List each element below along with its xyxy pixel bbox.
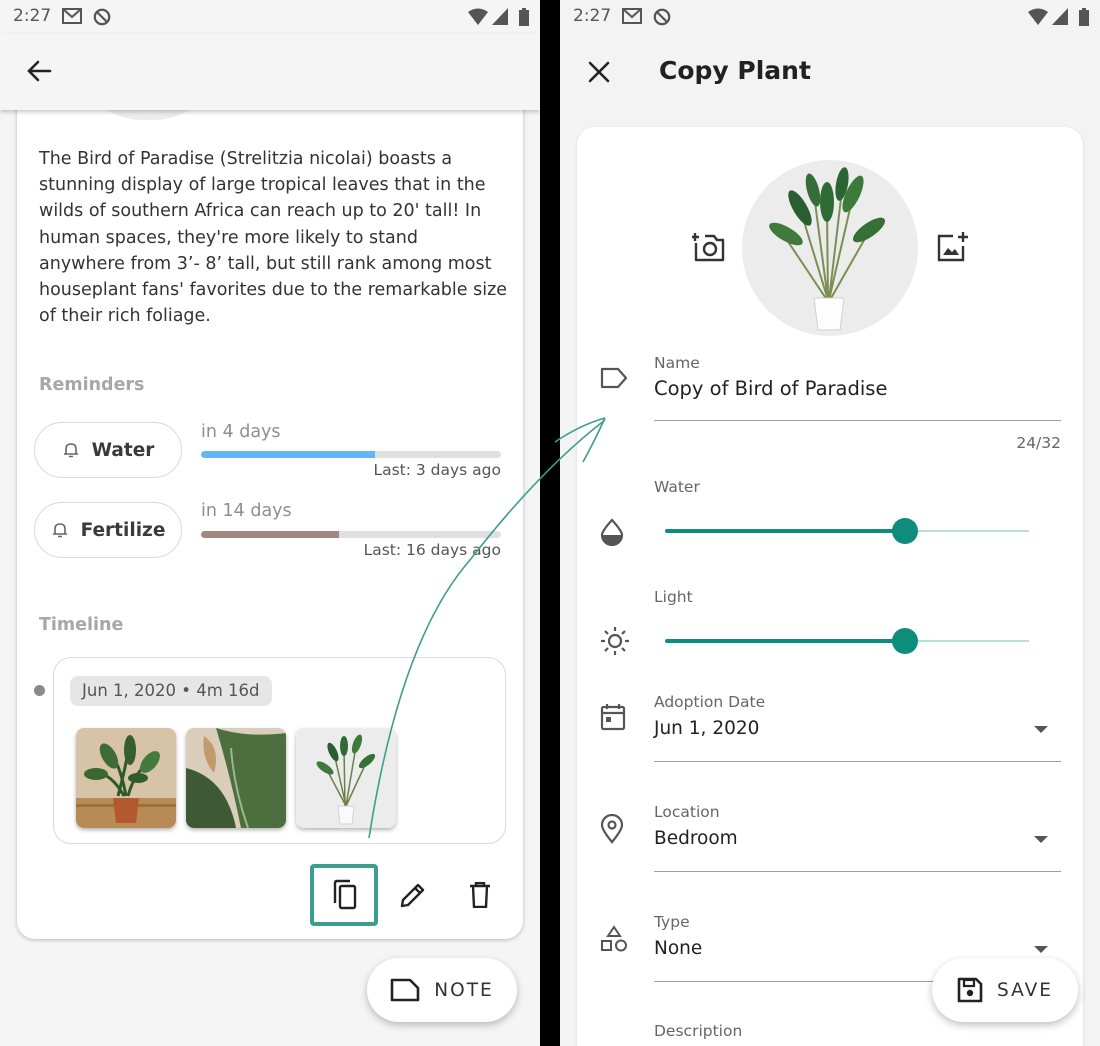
bell-icon xyxy=(62,441,80,459)
type-value[interactable]: None xyxy=(654,938,702,959)
location-label: Location xyxy=(654,803,720,821)
description-label: Description xyxy=(654,1022,743,1040)
type-label: Type xyxy=(654,913,690,931)
light-label: Light xyxy=(654,588,693,606)
timeline-photo-3[interactable] xyxy=(296,728,396,828)
adoption-date-label: Adoption Date xyxy=(654,693,766,711)
signal-icon xyxy=(1052,8,1068,26)
name-char-counter: 24/32 xyxy=(1016,434,1061,452)
reminders-heading: Reminders xyxy=(39,375,145,395)
water-slider-fill xyxy=(665,529,906,533)
water-reminder-label: Water xyxy=(91,439,155,461)
timeline-photo-2[interactable] xyxy=(186,728,286,828)
fertilize-reminder-button[interactable]: Fertilize xyxy=(34,502,182,558)
adoption-date-underline xyxy=(654,761,1061,762)
light-slider-fill xyxy=(665,639,906,643)
save-label: SAVE xyxy=(997,979,1053,1001)
copy-button-highlight xyxy=(310,864,378,926)
plant-description: The Bird of Paradise (Strelitzia nicolai… xyxy=(39,149,508,327)
fertilize-due-text: in 14 days xyxy=(201,501,292,521)
shapes-icon xyxy=(600,925,628,953)
name-field-underline xyxy=(654,420,1061,421)
adoption-date-value[interactable]: Jun 1, 2020 xyxy=(654,718,759,739)
fertilize-progress-fill xyxy=(201,531,339,538)
signal-icon xyxy=(492,8,508,26)
water-progress-bar xyxy=(201,451,501,458)
fertilize-last-text: Last: 16 days ago xyxy=(363,541,501,559)
calendar-icon xyxy=(600,703,626,731)
chevron-down-icon[interactable] xyxy=(1034,726,1048,733)
status-bar: 2:27 xyxy=(0,0,540,34)
close-icon[interactable] xyxy=(588,61,610,83)
copy-plant-screen: 2:27 Copy Plant Name Copy of Bird of Par… xyxy=(560,0,1100,1046)
timeline-heading: Timeline xyxy=(39,615,124,635)
trash-icon xyxy=(469,882,491,908)
chevron-down-icon[interactable] xyxy=(1034,836,1048,843)
delete-button[interactable] xyxy=(455,870,505,920)
sun-icon xyxy=(600,626,630,656)
top-app-bar xyxy=(0,34,540,110)
sync-icon xyxy=(652,8,672,26)
bell-icon xyxy=(51,521,69,539)
water-due-text: in 4 days xyxy=(201,422,281,442)
battery-icon xyxy=(519,8,529,26)
status-time: 2:27 xyxy=(573,6,612,26)
timeline-date-chip: Jun 1, 2020 • 4m 16d xyxy=(70,676,272,706)
status-bar: 2:27 xyxy=(560,0,1100,34)
fertilize-progress-bar xyxy=(201,531,501,538)
sync-icon xyxy=(92,8,112,26)
water-last-text: Last: 3 days ago xyxy=(373,461,501,479)
location-pin-icon xyxy=(600,814,624,844)
water-drop-icon xyxy=(600,518,624,546)
location-underline xyxy=(654,871,1061,872)
page-title: Copy Plant xyxy=(659,56,811,85)
plant-detail-screen: 2:27 The Bird of Paradise (Strelitzia ni… xyxy=(0,0,540,1046)
water-reminder-button[interactable]: Water xyxy=(34,422,182,478)
save-fab[interactable]: SAVE xyxy=(932,958,1078,1022)
gmail-icon xyxy=(622,8,642,24)
label-tag-icon xyxy=(600,367,628,389)
water-label: Water xyxy=(654,478,700,496)
timeline-dot xyxy=(34,685,45,696)
name-field-label: Name xyxy=(654,354,700,372)
save-icon xyxy=(957,977,983,1003)
wifi-icon xyxy=(468,8,488,26)
chevron-down-icon[interactable] xyxy=(1034,946,1048,953)
water-progress-fill xyxy=(201,451,375,458)
note-fab[interactable]: NOTE xyxy=(367,958,517,1022)
fertilize-reminder-label: Fertilize xyxy=(80,519,166,541)
gmail-icon xyxy=(62,8,82,24)
name-field-input[interactable]: Copy of Bird of Paradise xyxy=(654,377,887,400)
status-time: 2:27 xyxy=(13,6,52,26)
wifi-icon xyxy=(1028,8,1048,26)
note-label: NOTE xyxy=(434,979,494,1001)
back-arrow-icon[interactable] xyxy=(26,59,52,83)
edit-button[interactable] xyxy=(388,870,438,920)
timeline-photo-1[interactable] xyxy=(76,728,176,828)
camera-add-icon[interactable] xyxy=(692,231,726,263)
location-value[interactable]: Bedroom xyxy=(654,828,738,849)
battery-icon xyxy=(1079,8,1089,26)
plant-photo[interactable] xyxy=(742,160,918,336)
note-icon xyxy=(390,978,420,1002)
pencil-icon xyxy=(399,881,427,909)
add-photo-icon[interactable] xyxy=(936,231,968,263)
